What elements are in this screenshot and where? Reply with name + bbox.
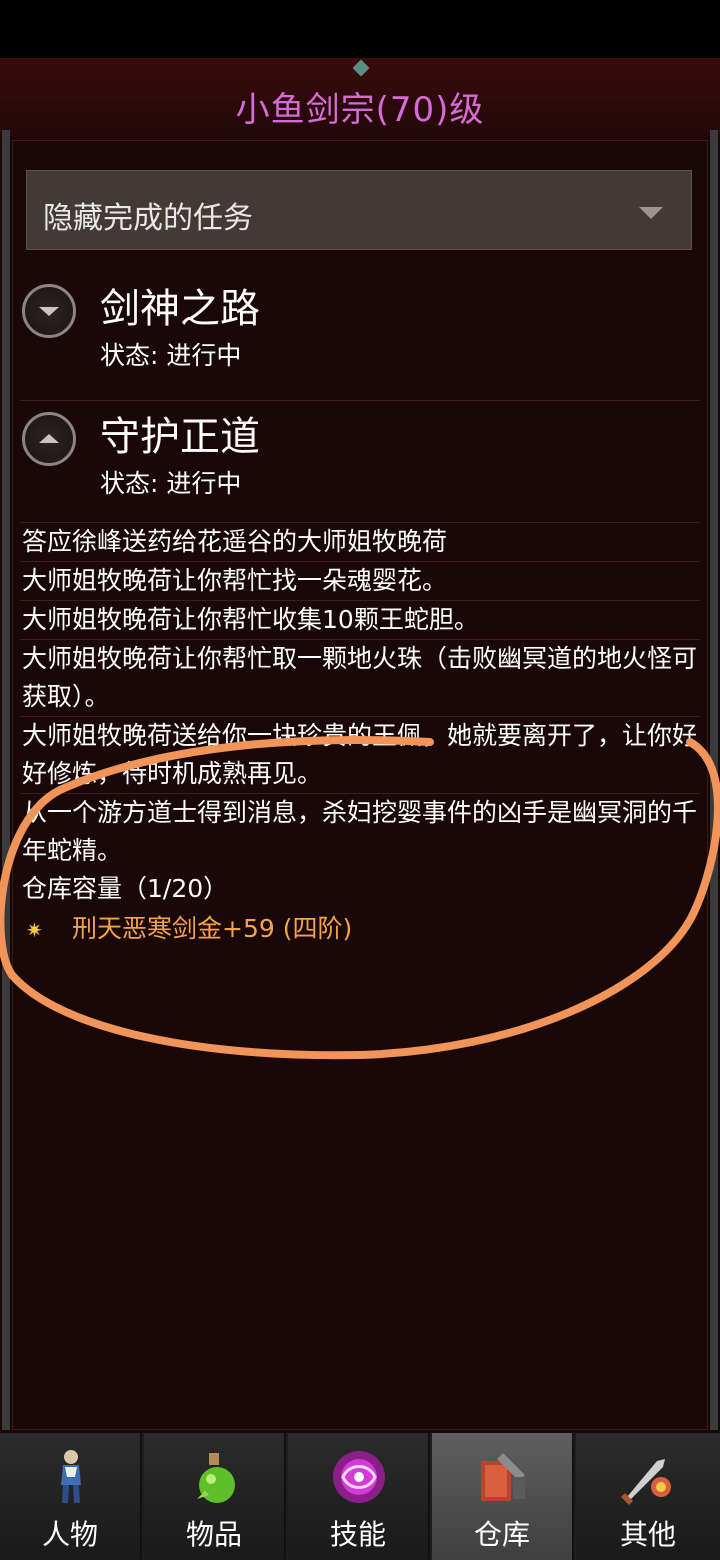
tab-items[interactable]: 物品 bbox=[144, 1433, 286, 1560]
status-bar bbox=[0, 0, 720, 58]
quest-detail-line: 大师姐牧晚荷让你帮忙取一颗地火珠（击败幽冥道的地火怪可获取）。 bbox=[20, 639, 700, 716]
ornament-icon bbox=[352, 59, 370, 77]
frame-border-right bbox=[710, 130, 718, 1430]
quest-detail-line: 大师姐牧晚荷让你帮忙找一朵魂婴花。 bbox=[20, 561, 700, 600]
tab-label: 物品 bbox=[185, 1518, 242, 1551]
tab-skills[interactable]: 技能 bbox=[288, 1433, 430, 1560]
frame-border-left bbox=[2, 130, 10, 1430]
quest-detail-line: 答应徐峰送药给花遥谷的大师姐牧晚荷 bbox=[20, 522, 700, 561]
collapse-button[interactable] bbox=[22, 412, 76, 466]
quest-detail-list: 答应徐峰送药给花遥谷的大师姐牧晚荷 大师姐牧晚荷让你帮忙找一朵魂婴花。 大师姐牧… bbox=[20, 522, 700, 950]
filter-dropdown[interactable]: 隐藏完成的任务 bbox=[26, 170, 692, 250]
quest-status: 状态: 进行中 bbox=[100, 341, 242, 370]
warehouse-item[interactable]: ✷ 刑天恶寒剑金+59 (四阶) bbox=[20, 910, 700, 950]
star-icon: ✷ bbox=[26, 918, 43, 942]
character-icon bbox=[61, 1450, 81, 1503]
tab-other[interactable]: 其他 bbox=[576, 1433, 720, 1560]
chevron-down-icon bbox=[39, 307, 59, 316]
bottom-tab-bar: 人物 物品 技能 仓库 其他 bbox=[0, 1433, 720, 1560]
tab-label: 仓库 bbox=[473, 1518, 530, 1551]
chevron-down-icon bbox=[639, 207, 663, 219]
quest-detail-line: 从一个游方道士得到消息，杀妇挖婴事件的凶手是幽冥洞的千年蛇精。 bbox=[20, 793, 700, 870]
quest-status: 状态: 进行中 bbox=[100, 469, 242, 498]
skill-orb-icon bbox=[333, 1451, 385, 1503]
window-header: 小鱼剑宗(70)级 bbox=[0, 58, 720, 140]
quest-item[interactable]: 守护正道 状态: 进行中 bbox=[20, 400, 700, 528]
warehouse-capacity: 仓库容量（1/20） bbox=[22, 874, 229, 903]
window-title: 小鱼剑宗(70)级 bbox=[235, 90, 485, 130]
item-name: 刑天恶寒剑金+59 (四阶) bbox=[72, 914, 353, 943]
quest-title: 守护正道 bbox=[100, 414, 260, 460]
tab-label: 人物 bbox=[41, 1518, 98, 1551]
tab-character[interactable]: 人物 bbox=[0, 1433, 142, 1560]
filter-dropdown-label: 隐藏完成的任务 bbox=[43, 201, 253, 236]
sword-icon bbox=[621, 1459, 671, 1505]
quest-title: 剑神之路 bbox=[100, 286, 260, 332]
quest-detail-line: 大师姐牧晚荷送给你一块珍贵的玉佩，她就要离开了，让你好好修炼，待时机成熟再见。 bbox=[20, 716, 700, 793]
quest-item[interactable]: 剑神之路 状态: 进行中 bbox=[20, 272, 700, 401]
tab-warehouse[interactable]: 仓库 bbox=[432, 1433, 574, 1560]
expand-button[interactable] bbox=[22, 284, 76, 338]
warehouse-icon bbox=[481, 1453, 525, 1501]
tab-label: 其他 bbox=[619, 1518, 676, 1551]
chevron-up-icon bbox=[39, 434, 59, 443]
potion-icon bbox=[197, 1453, 235, 1503]
quest-detail-line: 大师姐牧晚荷让你帮忙收集10颗王蛇胆。 bbox=[20, 600, 700, 639]
tab-label: 技能 bbox=[329, 1518, 386, 1551]
